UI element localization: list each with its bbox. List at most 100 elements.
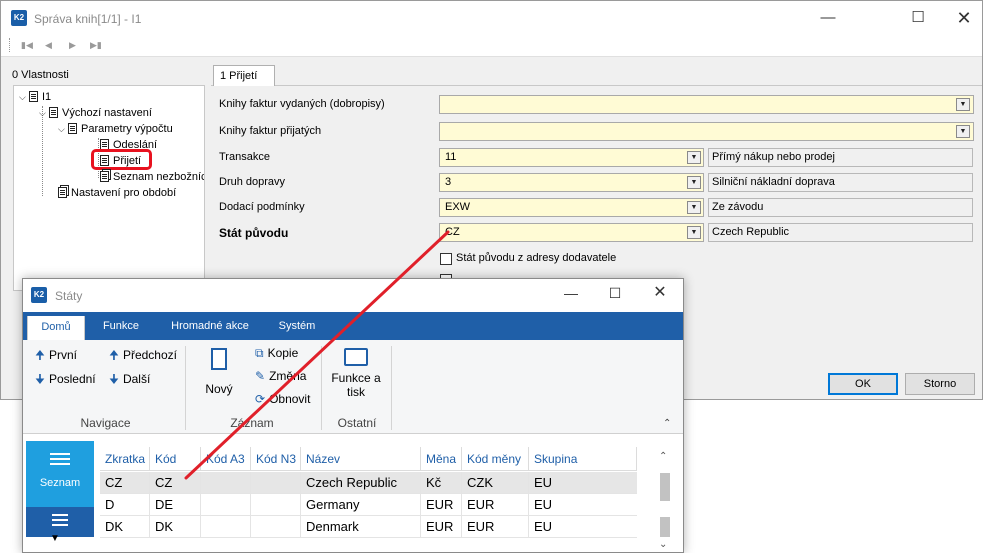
table-row[interactable]: CZ CZ Czech Republic Kč CZK EU	[100, 472, 637, 494]
predchozi-button[interactable]: 🠉 Předchozí	[109, 346, 177, 367]
chevron-down-icon[interactable]: ⌵	[58, 121, 68, 137]
side-panel: Seznam ▼	[26, 441, 94, 552]
close-icon[interactable]: ✕	[941, 1, 983, 35]
cell-skupina: EU	[534, 519, 553, 534]
scroll-thumb[interactable]	[660, 473, 670, 501]
stat-puvodu-combo[interactable]: CZ ▼	[439, 223, 704, 242]
zmena-button[interactable]: ✎ Změna	[255, 369, 306, 383]
toolbar-grip	[9, 38, 10, 52]
table-row-empty	[100, 538, 637, 552]
cell-zkratka: CZ	[100, 472, 150, 494]
chevron-up-icon[interactable]: ⌃	[663, 418, 671, 429]
minimize-icon[interactable]: —	[548, 279, 594, 307]
tree-node-label: Parametry výpočtu	[81, 123, 173, 135]
list-tile[interactable]	[26, 507, 94, 537]
ribbon-body: 🠉 První 🠉 Předchozí 🠋 Poslední 🠋 Další Navig…	[23, 340, 683, 434]
scroll-up-icon[interactable]: ⌃	[659, 451, 667, 462]
minimize-icon[interactable]: —	[805, 1, 851, 35]
knihy-vydanych-label: Knihy faktur vydaných (dobropisy)	[219, 98, 385, 110]
combo-value: 3	[445, 176, 452, 188]
maximize-icon[interactable]: ☐	[592, 279, 638, 307]
tab-system[interactable]: Systém	[271, 312, 323, 340]
novy-button[interactable]: Nový	[195, 344, 243, 408]
tree-node-label: I1	[42, 91, 52, 103]
main-titlebar: K2 Správa knih[1/1] - I1 — ☐ ✕	[1, 1, 982, 35]
button-label: Obnovit	[269, 392, 311, 406]
posledni-button[interactable]: 🠋 Poslední	[35, 370, 96, 391]
ok-button[interactable]: OK	[828, 373, 898, 395]
button-label: Funkce a	[331, 371, 381, 385]
first-record-icon[interactable]: ▮◀	[21, 40, 33, 51]
maximize-icon[interactable]: ☐	[895, 1, 941, 35]
column-header-kod[interactable]: Kód	[150, 447, 201, 471]
cell-skupina: EU	[534, 497, 553, 512]
column-header-mena[interactable]: Měna	[421, 447, 462, 471]
vertical-scrollbar[interactable]: ⌃ ⌄	[655, 447, 675, 552]
tab-bar-line	[211, 85, 982, 86]
dodaci-podminky-combo[interactable]: EXW ▼	[439, 198, 704, 217]
tree-node-root[interactable]: ⌵ I1	[19, 89, 51, 105]
tree-node-seznam[interactable]: Seznam nezbožních	[100, 169, 204, 185]
knihy-prijatych-label: Knihy faktur přijatých	[219, 125, 322, 137]
chevron-down-icon[interactable]: ▼	[687, 201, 701, 214]
prev-record-icon[interactable]: ◀	[45, 40, 52, 51]
storno-button[interactable]: Storno	[905, 373, 975, 395]
dalsi-button[interactable]: 🠋 Další	[109, 370, 150, 391]
button-label: Změna	[269, 369, 307, 383]
stat-z-adresy-checkbox[interactable]	[440, 253, 452, 265]
cell-zkratka: D	[100, 494, 150, 516]
seznam-label: Seznam	[39, 477, 81, 489]
copy-icon: ⧉	[255, 346, 264, 360]
tab-prijeti[interactable]: 1 Přijetí	[213, 65, 275, 86]
next-record-icon[interactable]: ▶	[69, 40, 76, 51]
transakce-combo[interactable]: 11 ▼	[439, 148, 704, 167]
column-header-kod-meny[interactable]: Kód měny	[462, 447, 529, 471]
scroll-thumb-lower[interactable]	[660, 517, 670, 537]
chevron-down-icon[interactable]: ▼	[687, 226, 701, 239]
scroll-down-icon[interactable]: ⌄	[659, 539, 667, 550]
tab-funkce[interactable]: Funkce	[93, 312, 149, 340]
chevron-down-icon[interactable]: ⌵	[19, 89, 29, 105]
chevron-down-icon[interactable]: ▼	[687, 176, 701, 189]
arrow-down-icon: 🠋	[109, 372, 119, 386]
column-header-skupina[interactable]: Skupina	[529, 447, 637, 471]
tree-node-nastaveni-obdobi[interactable]: Nastavení pro období	[58, 185, 176, 201]
close-icon[interactable]: ✕	[637, 279, 683, 307]
arrow-up-icon: 🠉	[35, 348, 45, 362]
column-header-kod-a3[interactable]: Kód A3	[201, 447, 251, 471]
chevron-down-icon[interactable]: ⌵	[39, 105, 49, 121]
group-label-ostatni: Ostatní	[337, 416, 377, 430]
column-header-zkratka[interactable]: Zkratka	[100, 447, 150, 471]
cell-nazev: Czech Republic	[301, 472, 421, 494]
knihy-vydanych-combo[interactable]: ▼	[439, 95, 974, 114]
button-label: Další	[122, 372, 151, 386]
cell-mena: EUR	[421, 516, 462, 538]
chevron-down-icon[interactable]: ▼	[687, 151, 701, 164]
expand-down-icon[interactable]: ▼	[50, 533, 60, 544]
cell-kod-meny: EUR	[462, 494, 529, 516]
druh-dopravy-combo[interactable]: 3 ▼	[439, 173, 704, 192]
tree-node-label: Seznam nezbožních	[113, 171, 204, 183]
tree-node-vychozi[interactable]: ⌵ Výchozí nastavení	[39, 105, 152, 121]
last-record-icon[interactable]: ▶▮	[90, 40, 102, 51]
document-icon	[29, 91, 38, 102]
table-row[interactable]: DK DK Denmark EUR EUR EU	[100, 516, 637, 538]
arrow-down-icon: 🠋	[35, 372, 45, 386]
column-header-kod-n3[interactable]: Kód N3	[251, 447, 301, 471]
combo-value: CZ	[445, 226, 460, 238]
tree-node-parametry[interactable]: ⌵ Parametry výpočtu	[58, 121, 173, 137]
chevron-down-icon[interactable]: ▼	[956, 98, 970, 111]
funkce-a-tisk-button[interactable]: Funkce a tisk	[326, 344, 386, 414]
knihy-prijatych-combo[interactable]: ▼	[439, 122, 974, 141]
stat-z-adresy-label: Stát původu z adresy dodavatele	[456, 252, 617, 264]
tab-hromadne-akce[interactable]: Hromadné akce	[159, 312, 261, 340]
seznam-tile[interactable]: Seznam	[26, 441, 94, 507]
table-row[interactable]: D DE Germany EUR EUR EU	[100, 494, 637, 516]
column-header-nazev[interactable]: Název	[301, 447, 421, 471]
document-icon	[49, 107, 58, 118]
chevron-down-icon[interactable]: ▼	[956, 125, 970, 138]
tab-domu[interactable]: Domů	[27, 316, 85, 340]
kopie-button[interactable]: ⧉ Kopie	[255, 346, 298, 361]
obnovit-button[interactable]: ⟳ Obnovit	[255, 392, 310, 406]
prvni-button[interactable]: 🠉 První	[35, 346, 77, 367]
